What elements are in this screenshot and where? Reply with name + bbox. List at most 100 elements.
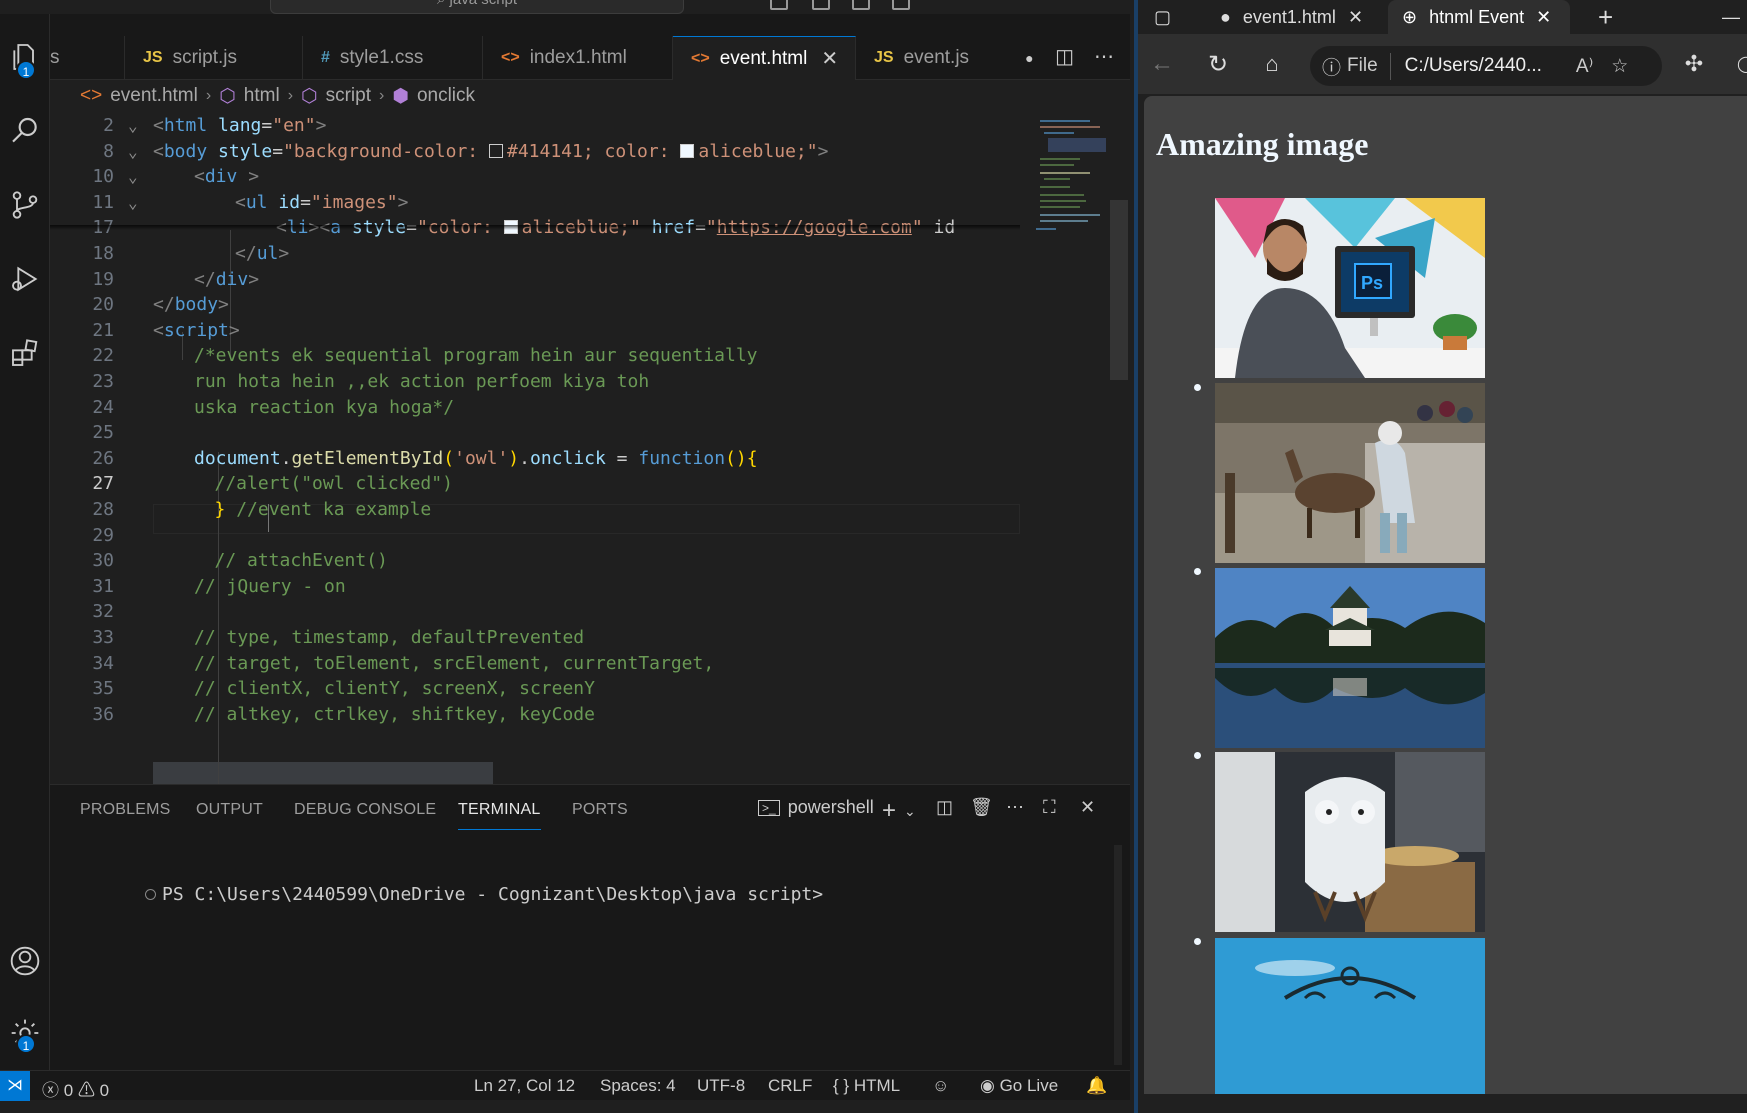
terminal-shell-selector[interactable]: >_ powershell: [758, 797, 874, 818]
image-girl-with-deer[interactable]: [1215, 383, 1485, 563]
editor-scrollbar[interactable]: [1110, 200, 1128, 380]
close-tab-icon[interactable]: ✕: [821, 46, 838, 71]
code-line[interactable]: 19 </div>: [50, 266, 1020, 294]
profile-icon[interactable]: ◯: [1728, 46, 1747, 82]
read-aloud-icon[interactable]: A⁾: [1576, 55, 1593, 78]
extensions-puzzle-icon[interactable]: ✣: [1676, 46, 1712, 82]
source-control-icon[interactable]: [0, 180, 50, 230]
tab-event-html[interactable]: <> event.html ✕: [673, 36, 856, 80]
tab-output[interactable]: OUTPUT: [196, 801, 263, 819]
code-line[interactable]: 23 run hota hein ,,ek action perfoem kiya…: [50, 368, 1020, 396]
split-terminal-icon[interactable]: ◫: [936, 797, 953, 818]
code-line[interactable]: 30 // attachEvent(): [50, 547, 1020, 575]
code-line[interactable]: 34 // target, toElement, srcElement, curr…: [50, 650, 1020, 678]
code-line[interactable]: 21 <script>: [50, 317, 1020, 345]
unsaved-dot-icon[interactable]: ●: [1025, 50, 1033, 66]
breadcrumb-file[interactable]: event.html: [110, 85, 198, 107]
minimize-window-icon[interactable]: —: [1708, 0, 1747, 34]
command-center-search[interactable]: ⌕ java script: [270, 0, 684, 14]
close-tab-icon[interactable]: ✕: [1536, 7, 1551, 28]
address-bar[interactable]: ⓘ File C:/Users/2440... A⁾ ☆: [1310, 46, 1662, 86]
fold-chevron-icon[interactable]: ⌄: [128, 138, 138, 166]
copilot-icon[interactable]: ☺: [932, 1076, 949, 1096]
close-tab-icon[interactable]: ✕: [1348, 7, 1363, 28]
remote-indicator-icon[interactable]: ⋊: [0, 1070, 30, 1101]
tab-event-js[interactable]: JS event.js ●: [856, 36, 1036, 80]
terminal-output[interactable]: PS C:\Users\2440599\OneDrive - Cognizant…: [80, 863, 823, 926]
layout-icon[interactable]: [770, 0, 788, 10]
split-editor-icon[interactable]: ◫: [1055, 44, 1074, 69]
code-line[interactable]: 22 /*events ek sequential program hein au…: [50, 342, 1020, 370]
code-line[interactable]: 25: [50, 419, 1020, 447]
tab-actions-icon[interactable]: ▢: [1140, 0, 1180, 34]
image-owl-figurine[interactable]: [1215, 752, 1485, 932]
terminal-scrollbar[interactable]: [1114, 845, 1122, 1065]
tab-ports[interactable]: PORTS: [572, 801, 628, 819]
new-terminal-button[interactable]: + ⌄: [882, 797, 916, 825]
code-line[interactable]: 24 uska reaction kya hoga*/: [50, 394, 1020, 422]
fold-chevron-icon[interactable]: ⌄: [128, 163, 138, 191]
image-castle-reflection[interactable]: [1215, 568, 1485, 748]
code-line[interactable]: 8 ⌄ <body style="background-color: #414141…: [50, 137, 1020, 166]
go-live-button[interactable]: ◉ Go Live: [980, 1076, 1058, 1096]
fold-chevron-icon[interactable]: ⌄: [128, 189, 138, 217]
code-line[interactable]: 18 </ul>: [50, 240, 1020, 268]
fold-chevron-icon[interactable]: ⌄: [128, 112, 138, 140]
toggle-sidebar-icon[interactable]: [812, 0, 830, 10]
run-debug-icon[interactable]: [0, 254, 50, 304]
code-line[interactable]: 36 // altkey, ctrlkey, shiftkey, keyCode: [50, 701, 1020, 729]
toggle-secondary-sidebar-icon[interactable]: [892, 0, 910, 10]
code-line[interactable]: 10 ⌄ <div >: [50, 163, 1020, 192]
tab-terminal[interactable]: TERMINAL: [458, 801, 541, 830]
back-arrow-icon[interactable]: ←: [1144, 46, 1180, 82]
tab-problems[interactable]: PROBLEMS: [80, 801, 171, 819]
more-actions-icon[interactable]: ⋯: [1094, 44, 1114, 69]
image-photoshop-user[interactable]: Ps: [1215, 198, 1485, 378]
indentation[interactable]: Spaces: 4: [600, 1076, 676, 1096]
code-line[interactable]: 26 document.getElementById('owl').onclick…: [50, 445, 1020, 473]
home-icon[interactable]: ⌂: [1254, 46, 1290, 82]
extensions-icon[interactable]: [0, 328, 50, 378]
search-icon[interactable]: [0, 106, 50, 156]
tab-script-js[interactable]: JS script.js: [125, 36, 303, 80]
accounts-icon[interactable]: [0, 936, 50, 986]
tab-style1-css[interactable]: # style1.css: [303, 36, 483, 80]
language-mode[interactable]: { } HTML: [833, 1076, 900, 1096]
code-line[interactable]: 11 ⌄ <ul id="images">: [50, 188, 1020, 217]
encoding[interactable]: UTF-8: [697, 1076, 745, 1096]
cursor-position[interactable]: Ln 27, Col 12: [474, 1076, 575, 1096]
breadcrumb-html[interactable]: html: [244, 85, 280, 107]
site-info-button[interactable]: ⓘ File: [1322, 52, 1391, 80]
explorer-icon[interactable]: 1: [0, 32, 50, 82]
maximize-panel-icon[interactable]: ⛶: [1043, 797, 1056, 818]
problems-status[interactable]: ⓧ 0 ⚠ 0: [42, 1076, 109, 1101]
tab-overflow[interactable]: s: [50, 36, 125, 80]
code-line[interactable]: 33 // type, timestamp, defaultPrevented: [50, 624, 1020, 652]
tab-index1-html[interactable]: <> index1.html: [483, 36, 673, 80]
new-tab-button[interactable]: +: [1584, 0, 1624, 34]
refresh-icon[interactable]: ↻: [1200, 46, 1236, 82]
code-line[interactable]: 32: [50, 598, 1020, 626]
breadcrumb-script[interactable]: script: [326, 85, 371, 107]
code-line[interactable]: 35 // clientX, clientY, screenX, screenY: [50, 675, 1020, 703]
line-ending[interactable]: CRLF: [768, 1076, 812, 1096]
image-blue-sky-ornament[interactable]: [1215, 938, 1485, 1094]
code-line[interactable]: 27 //alert("owl clicked"): [50, 470, 1020, 498]
code-editor[interactable]: 2 ⌄ <html lang="en"> 8 ⌄ <body style="backgro…: [50, 112, 1130, 784]
code-line[interactable]: 2 ⌄ <html lang="en">: [50, 112, 1020, 140]
notifications-bell-icon[interactable]: 🔔: [1086, 1076, 1107, 1096]
code-line[interactable]: 29: [50, 522, 1020, 550]
browser-tab-event1[interactable]: ● event1.html ✕: [1206, 0, 1388, 34]
close-panel-icon[interactable]: ✕: [1080, 797, 1095, 818]
settings-gear-icon[interactable]: 1: [0, 1008, 50, 1058]
code-line[interactable]: 20 </body>: [50, 291, 1020, 319]
breadcrumb-onclick[interactable]: onclick: [417, 85, 475, 107]
trash-icon[interactable]: 🗑: [970, 797, 993, 818]
more-actions-icon[interactable]: ⋯: [1006, 797, 1024, 818]
code-line[interactable]: 31 // jQuery - on: [50, 573, 1020, 601]
code-line[interactable]: 28} //event ka example: [50, 496, 1020, 524]
favorite-star-icon[interactable]: ☆: [1611, 55, 1628, 78]
minimap[interactable]: [1030, 112, 1108, 252]
browser-tab-htnml-event[interactable]: ⊕ htnml Event ✕: [1388, 0, 1570, 34]
toggle-panel-icon[interactable]: [852, 0, 870, 10]
